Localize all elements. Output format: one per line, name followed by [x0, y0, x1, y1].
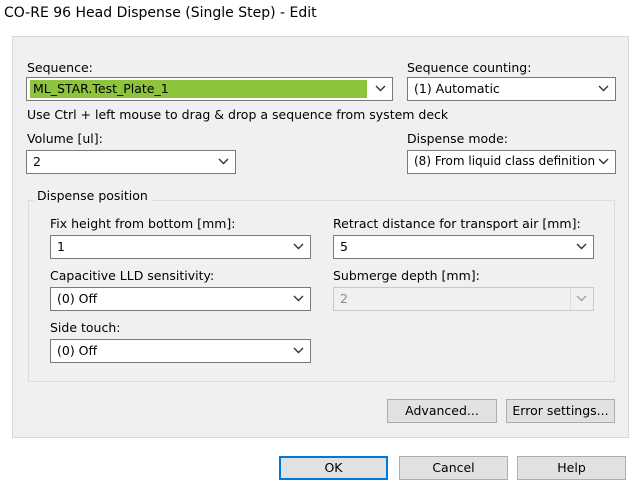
sequence-label: Sequence:: [27, 60, 93, 75]
chevron-down-icon: [570, 288, 593, 310]
volume-value: 2: [33, 154, 41, 169]
chevron-down-icon[interactable]: [571, 236, 593, 258]
dispense-position-title: Dispense position: [34, 188, 151, 203]
retract-distance-label: Retract distance for transport air [mm]:: [333, 216, 581, 231]
submerge-depth-label: Submerge depth [mm]:: [333, 268, 480, 283]
chevron-down-icon[interactable]: [288, 236, 310, 258]
chevron-down-icon[interactable]: [593, 78, 615, 100]
dispense-mode-label: Dispense mode:: [407, 131, 508, 146]
dispense-mode-combo[interactable]: (8) From liquid class definition: [407, 150, 616, 174]
capacitive-lld-combo[interactable]: (0) Off: [50, 287, 311, 311]
retract-distance-value: 5: [340, 239, 348, 254]
submerge-depth-value: 2: [340, 291, 348, 306]
title-bar: CO-RE 96 Head Dispense (Single Step) - E…: [0, 0, 641, 28]
retract-distance-combo[interactable]: 5: [333, 235, 594, 259]
error-settings-button[interactable]: Error settings...: [506, 399, 615, 423]
side-touch-combo[interactable]: (0) Off: [50, 339, 311, 363]
side-touch-value: (0) Off: [57, 343, 98, 358]
ok-button[interactable]: OK: [279, 456, 388, 480]
submerge-depth-combo: 2: [333, 287, 594, 311]
chevron-down-icon[interactable]: [288, 288, 310, 310]
chevron-down-icon[interactable]: [370, 78, 392, 100]
sequence-selection-highlight: ML_STAR.Test_Plate_1: [30, 80, 367, 98]
fix-height-combo[interactable]: 1: [50, 235, 311, 259]
chevron-down-icon[interactable]: [593, 151, 615, 173]
fix-height-label: Fix height from bottom [mm]:: [50, 216, 236, 231]
chevron-down-icon[interactable]: [288, 340, 310, 362]
sequence-counting-combo[interactable]: (1) Automatic: [407, 77, 616, 101]
capacitive-lld-value: (0) Off: [57, 291, 98, 306]
dispense-mode-value: (8) From liquid class definition: [414, 154, 596, 168]
volume-combo[interactable]: 2: [26, 150, 236, 174]
capacitive-lld-label: Capacitive LLD sensitivity:: [50, 268, 215, 283]
drag-drop-hint: Use Ctrl + left mouse to drag & drop a s…: [27, 107, 449, 122]
help-button[interactable]: Help: [517, 456, 626, 480]
side-touch-label: Side touch:: [50, 320, 121, 335]
chevron-down-icon[interactable]: [213, 151, 235, 173]
sequence-counting-label: Sequence counting:: [407, 60, 532, 75]
window-title: CO-RE 96 Head Dispense (Single Step) - E…: [4, 5, 317, 21]
sequence-combo[interactable]: ML_STAR.Test_Plate_1: [26, 77, 393, 101]
sequence-counting-value: (1) Automatic: [414, 81, 500, 96]
volume-label: Volume [ul]:: [27, 131, 103, 146]
cancel-button[interactable]: Cancel: [399, 456, 508, 480]
fix-height-value: 1: [57, 239, 65, 254]
sequence-value: ML_STAR.Test_Plate_1: [33, 81, 169, 96]
advanced-button[interactable]: Advanced...: [387, 399, 497, 423]
